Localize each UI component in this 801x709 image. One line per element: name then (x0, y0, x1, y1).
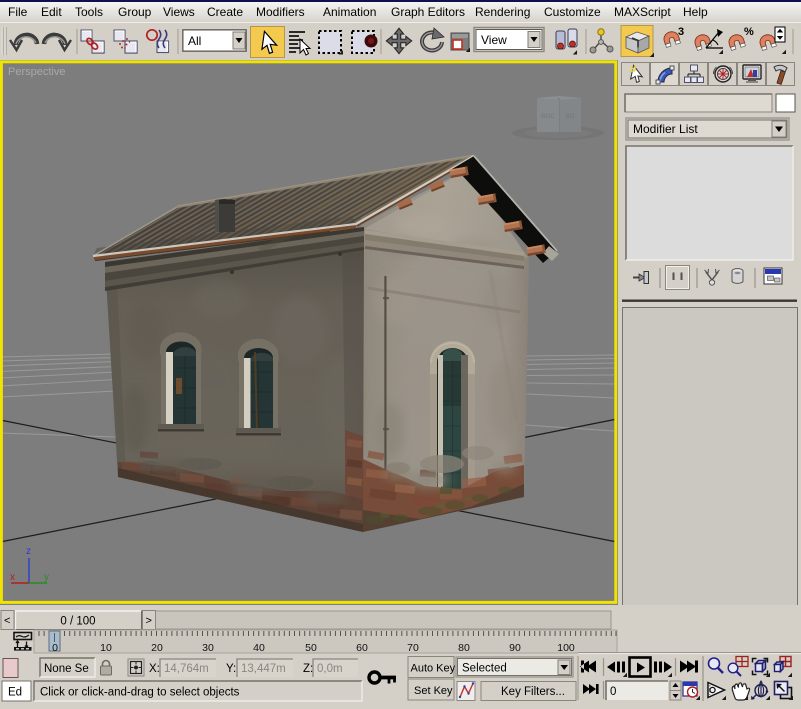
svg-text:>: > (146, 615, 152, 627)
svg-text:13,447m: 13,447m (241, 663, 286, 675)
svg-text:Selected: Selected (462, 663, 507, 675)
svg-text:Modifier List: Modifier List (633, 122, 698, 136)
svg-text:80: 80 (458, 642, 470, 654)
svg-text:90: 90 (509, 642, 521, 654)
svg-text:None Se: None Se (44, 663, 89, 675)
svg-text:0: 0 (52, 642, 58, 654)
svg-text:0 / 100: 0 / 100 (60, 616, 95, 628)
svg-text:0,0m: 0,0m (317, 663, 343, 675)
svg-text:50: 50 (305, 642, 317, 654)
svg-text:14,764m: 14,764m (164, 663, 209, 675)
svg-text:40: 40 (253, 642, 265, 654)
svg-text:x: x (10, 572, 15, 583)
svg-text:3: 3 (678, 26, 684, 38)
svg-text:20: 20 (151, 642, 163, 654)
svg-text:Click or click-and-drag to sel: Click or click-and-drag to select object… (40, 687, 240, 699)
svg-text:10: 10 (100, 642, 112, 654)
svg-text:Set Key: Set Key (414, 685, 453, 697)
svg-text:Auto Key: Auto Key (411, 663, 456, 675)
svg-text:100: 100 (557, 642, 575, 654)
svg-text:X:: X: (149, 663, 160, 675)
svg-text:BO: BO (565, 113, 574, 120)
svg-text:Y:: Y: (226, 663, 236, 675)
svg-text:Perspective: Perspective (8, 66, 65, 78)
svg-text:60: 60 (356, 642, 368, 654)
svg-text:<: < (4, 615, 10, 627)
svg-text:Key Filters...: Key Filters... (501, 686, 565, 698)
svg-text:z: z (26, 546, 31, 557)
svg-text:0: 0 (610, 686, 616, 698)
svg-text:70: 70 (407, 642, 419, 654)
svg-text:30: 30 (202, 642, 214, 654)
svg-text:%: % (744, 26, 754, 38)
svg-text:View: View (481, 33, 507, 47)
svg-text:Z:: Z: (303, 663, 313, 675)
svg-text:All: All (188, 34, 201, 48)
svg-text:Ed: Ed (8, 687, 22, 699)
svg-text:y: y (44, 572, 49, 583)
svg-text:BUC: BUC (541, 113, 555, 120)
